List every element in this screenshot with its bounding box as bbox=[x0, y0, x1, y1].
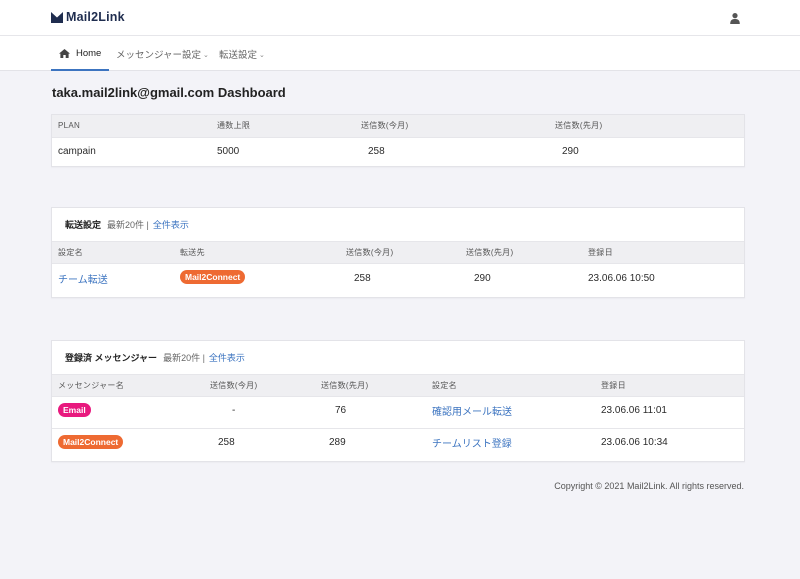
registered-date-value: 23.06.06 10:34 bbox=[601, 437, 668, 448]
forward-card-title: 転送設定 bbox=[65, 220, 102, 230]
nav-home-label: Home bbox=[76, 48, 102, 59]
destination-header: 転送先 bbox=[180, 248, 205, 257]
chevron-down-icon: ⌄ bbox=[203, 51, 209, 59]
mail2connect-badge: Mail2Connect bbox=[180, 270, 246, 285]
nav-forward-settings[interactable]: 転送設定 ⌄ bbox=[219, 36, 265, 71]
email-badge: Email bbox=[58, 403, 91, 418]
messengers-card-subtitle: 最新20件 | bbox=[163, 353, 205, 363]
top-bar: Mail2Link bbox=[0, 0, 800, 36]
setting-name-link[interactable]: チーム転送 bbox=[58, 265, 108, 296]
app-logo[interactable]: Mail2Link bbox=[51, 10, 125, 24]
plan-header: PLAN bbox=[58, 121, 81, 130]
registered-date-header: 登録日 bbox=[601, 381, 626, 390]
limit-header: 通数上限 bbox=[217, 121, 251, 130]
last-month-value: 289 bbox=[329, 437, 346, 448]
this-month-header: 送信数(今月) bbox=[361, 121, 409, 130]
this-month-header: 送信数(今月) bbox=[210, 381, 258, 390]
last-month-value: 290 bbox=[562, 146, 579, 157]
setting-name-link[interactable]: 確認用メール転送 bbox=[432, 397, 512, 428]
last-month-header: 送信数(先月) bbox=[555, 121, 603, 130]
messenger-cell: Email bbox=[58, 395, 91, 426]
plan-table-header: PLAN 通数上限 送信数(今月) 送信数(先月) bbox=[52, 115, 744, 138]
last-month-header: 送信数(先月) bbox=[466, 248, 514, 257]
last-month-value: 76 bbox=[335, 405, 347, 416]
forward-card-subtitle: 最新20件 | bbox=[107, 220, 149, 230]
messengers-card-title: 登録済 メッセンジャー bbox=[65, 353, 158, 363]
forward-show-all-link[interactable]: 全件表示 bbox=[153, 218, 189, 231]
setting-name-header: 設定名 bbox=[58, 248, 83, 257]
messengers-table-header: メッセンジャー名 送信数(今月) 送信数(先月) 設定名 登録日 bbox=[52, 374, 744, 397]
setting-name-header: 設定名 bbox=[432, 381, 457, 390]
registered-date-value: 23.06.06 11:01 bbox=[601, 405, 667, 416]
messengers-card: 登録済 メッセンジャー 最新20件 | 全件表示 メッセンジャー名 送信数(今月… bbox=[51, 340, 745, 462]
this-month-header: 送信数(今月) bbox=[346, 248, 394, 257]
home-icon bbox=[59, 49, 70, 58]
logo-text: Mail2Link bbox=[66, 10, 125, 24]
table-row: Mail2Connect 258 289 チームリスト登録 23.06.06 1… bbox=[52, 429, 744, 461]
nav-messenger-settings-label: メッセンジャー設定 bbox=[116, 49, 202, 61]
this-month-value: - bbox=[232, 405, 236, 416]
this-month-value: 258 bbox=[218, 437, 235, 448]
setting-name-link[interactable]: チームリスト登録 bbox=[432, 429, 512, 460]
footer-copyright: Copyright © 2021 Mail2Link. All rights r… bbox=[554, 481, 744, 491]
registered-date-value: 23.06.06 10:50 bbox=[588, 273, 655, 284]
plan-value: campain bbox=[58, 146, 96, 157]
table-row: チーム転送 Mail2Connect 258 290 23.06.06 10:5… bbox=[52, 264, 744, 297]
envelope-logo-icon bbox=[51, 11, 63, 23]
user-icon[interactable] bbox=[729, 12, 741, 24]
registered-date-header: 登録日 bbox=[588, 248, 613, 257]
forward-settings-card: 転送設定 最新20件 | 全件表示 設定名 転送先 送信数(今月) 送信数(先月… bbox=[51, 207, 745, 298]
nav-messenger-settings[interactable]: メッセンジャー設定 ⌄ bbox=[116, 36, 209, 71]
messengers-show-all-link[interactable]: 全件表示 bbox=[209, 351, 245, 364]
this-month-value: 258 bbox=[368, 146, 385, 157]
forward-card-header: 転送設定 最新20件 | 全件表示 bbox=[52, 208, 744, 241]
messengers-card-header: 登録済 メッセンジャー 最新20件 | 全件表示 bbox=[52, 341, 744, 374]
nav-forward-settings-label: 転送設定 bbox=[219, 49, 258, 61]
nav-home[interactable]: Home bbox=[59, 36, 101, 71]
last-month-header: 送信数(先月) bbox=[321, 381, 369, 390]
limit-value: 5000 bbox=[217, 146, 240, 157]
page-title: taka.mail2link@gmail.com Dashboard bbox=[52, 85, 286, 100]
chevron-down-icon: ⌄ bbox=[259, 51, 265, 59]
table-row: Email - 76 確認用メール転送 23.06.06 11:01 bbox=[52, 397, 744, 429]
destination-cell: Mail2Connect bbox=[180, 262, 246, 293]
this-month-value: 258 bbox=[354, 273, 371, 284]
mail2connect-badge: Mail2Connect bbox=[58, 435, 124, 450]
last-month-value: 290 bbox=[474, 273, 491, 284]
table-row: campain 5000 258 290 bbox=[52, 138, 744, 166]
nav-bar: Home メッセンジャー設定 ⌄ 転送設定 ⌄ bbox=[0, 36, 800, 71]
messenger-cell: Mail2Connect bbox=[58, 427, 124, 458]
active-tab-indicator bbox=[51, 69, 109, 71]
forward-table-header: 設定名 転送先 送信数(今月) 送信数(先月) 登録日 bbox=[52, 241, 744, 264]
messenger-name-header: メッセンジャー名 bbox=[58, 381, 124, 390]
plan-card: PLAN 通数上限 送信数(今月) 送信数(先月) campain 5000 2… bbox=[51, 114, 745, 167]
